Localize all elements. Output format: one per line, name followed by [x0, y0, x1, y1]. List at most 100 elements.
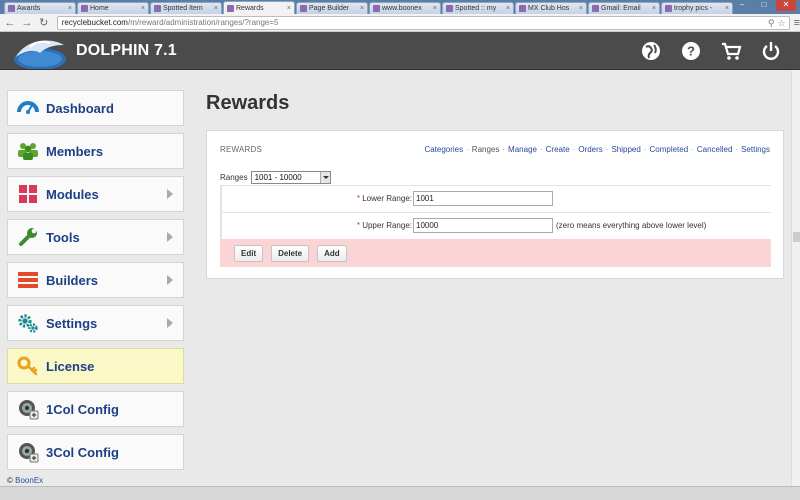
panel-link-orders[interactable]: Orders	[578, 145, 602, 154]
upper-range-note: (zero means everything above lower level…	[556, 221, 707, 230]
sidebar-item-dashboard[interactable]: Dashboard	[7, 90, 184, 126]
sidebar-item-label: License	[46, 358, 95, 374]
key-icon	[16, 354, 40, 378]
browser-tab[interactable]: Page Builder ×	[296, 2, 368, 14]
ranges-select[interactable]: 1001 - 10000	[250, 171, 331, 184]
close-tab-icon[interactable]: ×	[68, 3, 72, 14]
close-tab-icon[interactable]: ×	[360, 3, 364, 14]
sidebar-item-license[interactable]: License	[7, 348, 184, 384]
favicon-icon	[446, 5, 453, 12]
sidebar-item-settings[interactable]: Settings	[7, 305, 184, 341]
browser-tab[interactable]: Awards ×	[4, 2, 76, 14]
modules-icon	[16, 182, 40, 206]
browser-tab-label: trophy pics -	[674, 5, 713, 12]
back-icon[interactable]: ←	[3, 16, 17, 30]
address-bar: ← → ↻ recyclebucket.com/m/reward/adminis…	[0, 14, 800, 32]
panel-link-shipped[interactable]: Shipped	[611, 145, 640, 154]
builders-icon	[16, 268, 40, 292]
favicon-icon	[81, 5, 88, 12]
globe-icon[interactable]	[640, 40, 662, 62]
close-tab-icon[interactable]: ×	[652, 3, 656, 14]
cart-icon[interactable]	[720, 40, 742, 62]
close-tab-icon[interactable]: ×	[725, 3, 729, 14]
add-button[interactable]: Add	[317, 244, 347, 262]
browser-tab[interactable]: trophy pics - ×	[661, 2, 733, 14]
sidebar-item-label: 1Col Config	[46, 401, 119, 417]
browser-tab[interactable]: Gmail: Email ×	[588, 2, 660, 14]
reload-icon[interactable]: ↻	[37, 16, 51, 30]
link-separator: ·	[735, 145, 739, 154]
zoom-icon[interactable]: ⚲	[768, 17, 775, 29]
vertical-scrollbar[interactable]	[791, 70, 800, 486]
browser-tab-label: Awards	[17, 5, 41, 12]
sidebar-item-label: Settings	[46, 315, 98, 331]
panel-link-cancelled[interactable]: Cancelled	[697, 145, 733, 154]
sidebar-item-modules[interactable]: Modules	[7, 176, 184, 212]
browser-tab-strip: Awards × Home × Spotted Item × Rewards × Page Bu…	[0, 0, 800, 14]
favicon-icon	[8, 5, 15, 12]
close-tab-icon[interactable]: ×	[506, 3, 510, 14]
panel-link-settings[interactable]: Settings	[741, 145, 770, 154]
taskbar-strip	[0, 486, 800, 500]
close-tab-icon[interactable]: ×	[287, 3, 291, 14]
browser-tab[interactable]: Spotted :: my ×	[442, 2, 514, 14]
minimize-icon[interactable]: –	[732, 0, 752, 11]
delete-button[interactable]: Delete	[271, 244, 310, 262]
browser-tab-label: Gmail: Email	[601, 5, 641, 12]
admin-sidebar: Dashboard Members Modules Tools Builders Sett…	[7, 90, 184, 477]
favicon-icon	[592, 5, 599, 12]
sidebar-item-label: Tools	[46, 229, 80, 245]
page-title: Rewards	[206, 92, 290, 114]
browser-tab[interactable]: Spotted Item ×	[150, 2, 222, 14]
star-icon[interactable]: ☆	[778, 17, 786, 29]
forward-icon[interactable]: →	[20, 16, 34, 30]
config-icon	[16, 440, 40, 464]
edit-button[interactable]: Edit	[234, 244, 264, 262]
close-tab-icon[interactable]: ×	[433, 3, 437, 14]
chevron-down-icon[interactable]	[319, 172, 330, 183]
svg-text:?: ?	[687, 44, 695, 59]
favicon-icon	[665, 5, 672, 12]
members-icon	[16, 139, 40, 163]
close-tab-icon[interactable]: ×	[141, 3, 145, 14]
favicon-icon	[300, 5, 307, 12]
close-tab-icon[interactable]: ×	[214, 3, 218, 14]
boonex-link[interactable]: BoonEx	[15, 476, 43, 485]
sidebar-item-label: Modules	[46, 186, 99, 202]
browser-tab[interactable]: Rewards ×	[223, 1, 295, 14]
favicon-icon	[519, 5, 526, 12]
rewards-panel: REWARDS Categories · Ranges · Manage · Create ·…	[206, 130, 784, 279]
lower-range-input[interactable]: 1001	[413, 191, 553, 206]
panel-link-categories[interactable]: Categories	[424, 145, 463, 154]
maximize-icon[interactable]: □	[754, 0, 774, 11]
sidebar-item-1col-config[interactable]: 1Col Config	[7, 391, 184, 427]
browser-tab[interactable]: Home ×	[77, 2, 149, 14]
browser-tab[interactable]: MX Club Hos ×	[515, 2, 587, 14]
sidebar-item-builders[interactable]: Builders	[7, 262, 184, 298]
power-icon[interactable]	[760, 40, 782, 62]
close-window-icon[interactable]: ✕	[776, 0, 796, 11]
panel-link-ranges: Ranges	[471, 145, 500, 154]
browser-tab-label: Page Builder	[309, 5, 350, 12]
upper-range-input[interactable]: 10000	[413, 218, 553, 233]
help-icon[interactable]: ?	[680, 40, 702, 62]
scroll-thumb[interactable]	[793, 232, 800, 242]
link-separator: ·	[466, 145, 469, 154]
panel-link-manage[interactable]: Manage	[508, 145, 537, 154]
footer: © BoonEx	[7, 476, 44, 485]
panel-link-completed[interactable]: Completed	[649, 145, 688, 154]
favicon-icon	[373, 5, 380, 12]
close-tab-icon[interactable]: ×	[579, 3, 583, 14]
panel-link-create[interactable]: Create	[546, 145, 570, 154]
sidebar-item-tools[interactable]: Tools	[7, 219, 184, 255]
wrench-icon	[16, 225, 40, 249]
dolphin-logo-icon[interactable]	[10, 35, 68, 69]
panel-nav: Categories · Ranges · Manage · Create · Orders · S…	[424, 145, 770, 154]
browser-menu-icon[interactable]: ≡	[794, 17, 800, 29]
browser-tab[interactable]: www.boonex ×	[369, 2, 441, 14]
lower-range-label: * Lower Range:	[356, 194, 412, 203]
sidebar-item-label: Builders	[46, 272, 99, 288]
url-field[interactable]: recyclebucket.com/m/reward/administratio…	[56, 15, 790, 30]
sidebar-item-members[interactable]: Members	[7, 133, 184, 169]
sidebar-item-3col-config[interactable]: 3Col Config	[7, 434, 184, 470]
